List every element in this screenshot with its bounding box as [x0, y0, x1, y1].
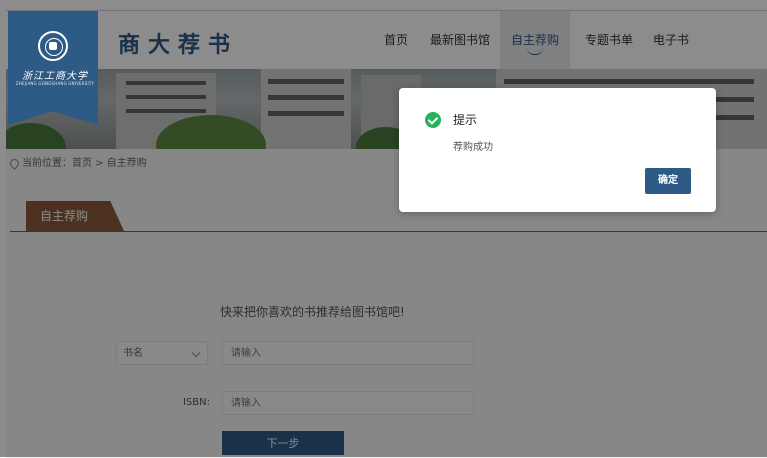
- university-seal-icon: [38, 31, 68, 61]
- success-check-icon: [425, 112, 441, 128]
- success-dialog: 提示 荐购成功 确定: [399, 88, 716, 212]
- dialog-message: 荐购成功: [453, 142, 493, 153]
- university-subtitle: ZHEJIANG GONGSHANG UNIVERSITY: [15, 81, 95, 86]
- confirm-button[interactable]: 确定: [645, 168, 691, 194]
- university-name: 浙江工商大学: [22, 71, 88, 82]
- university-badge[interactable]: 浙江工商大学 ZHEJIANG GONGSHANG UNIVERSITY: [8, 11, 98, 125]
- dialog-title: 提示: [453, 113, 478, 127]
- modal-overlay[interactable]: [0, 0, 767, 457]
